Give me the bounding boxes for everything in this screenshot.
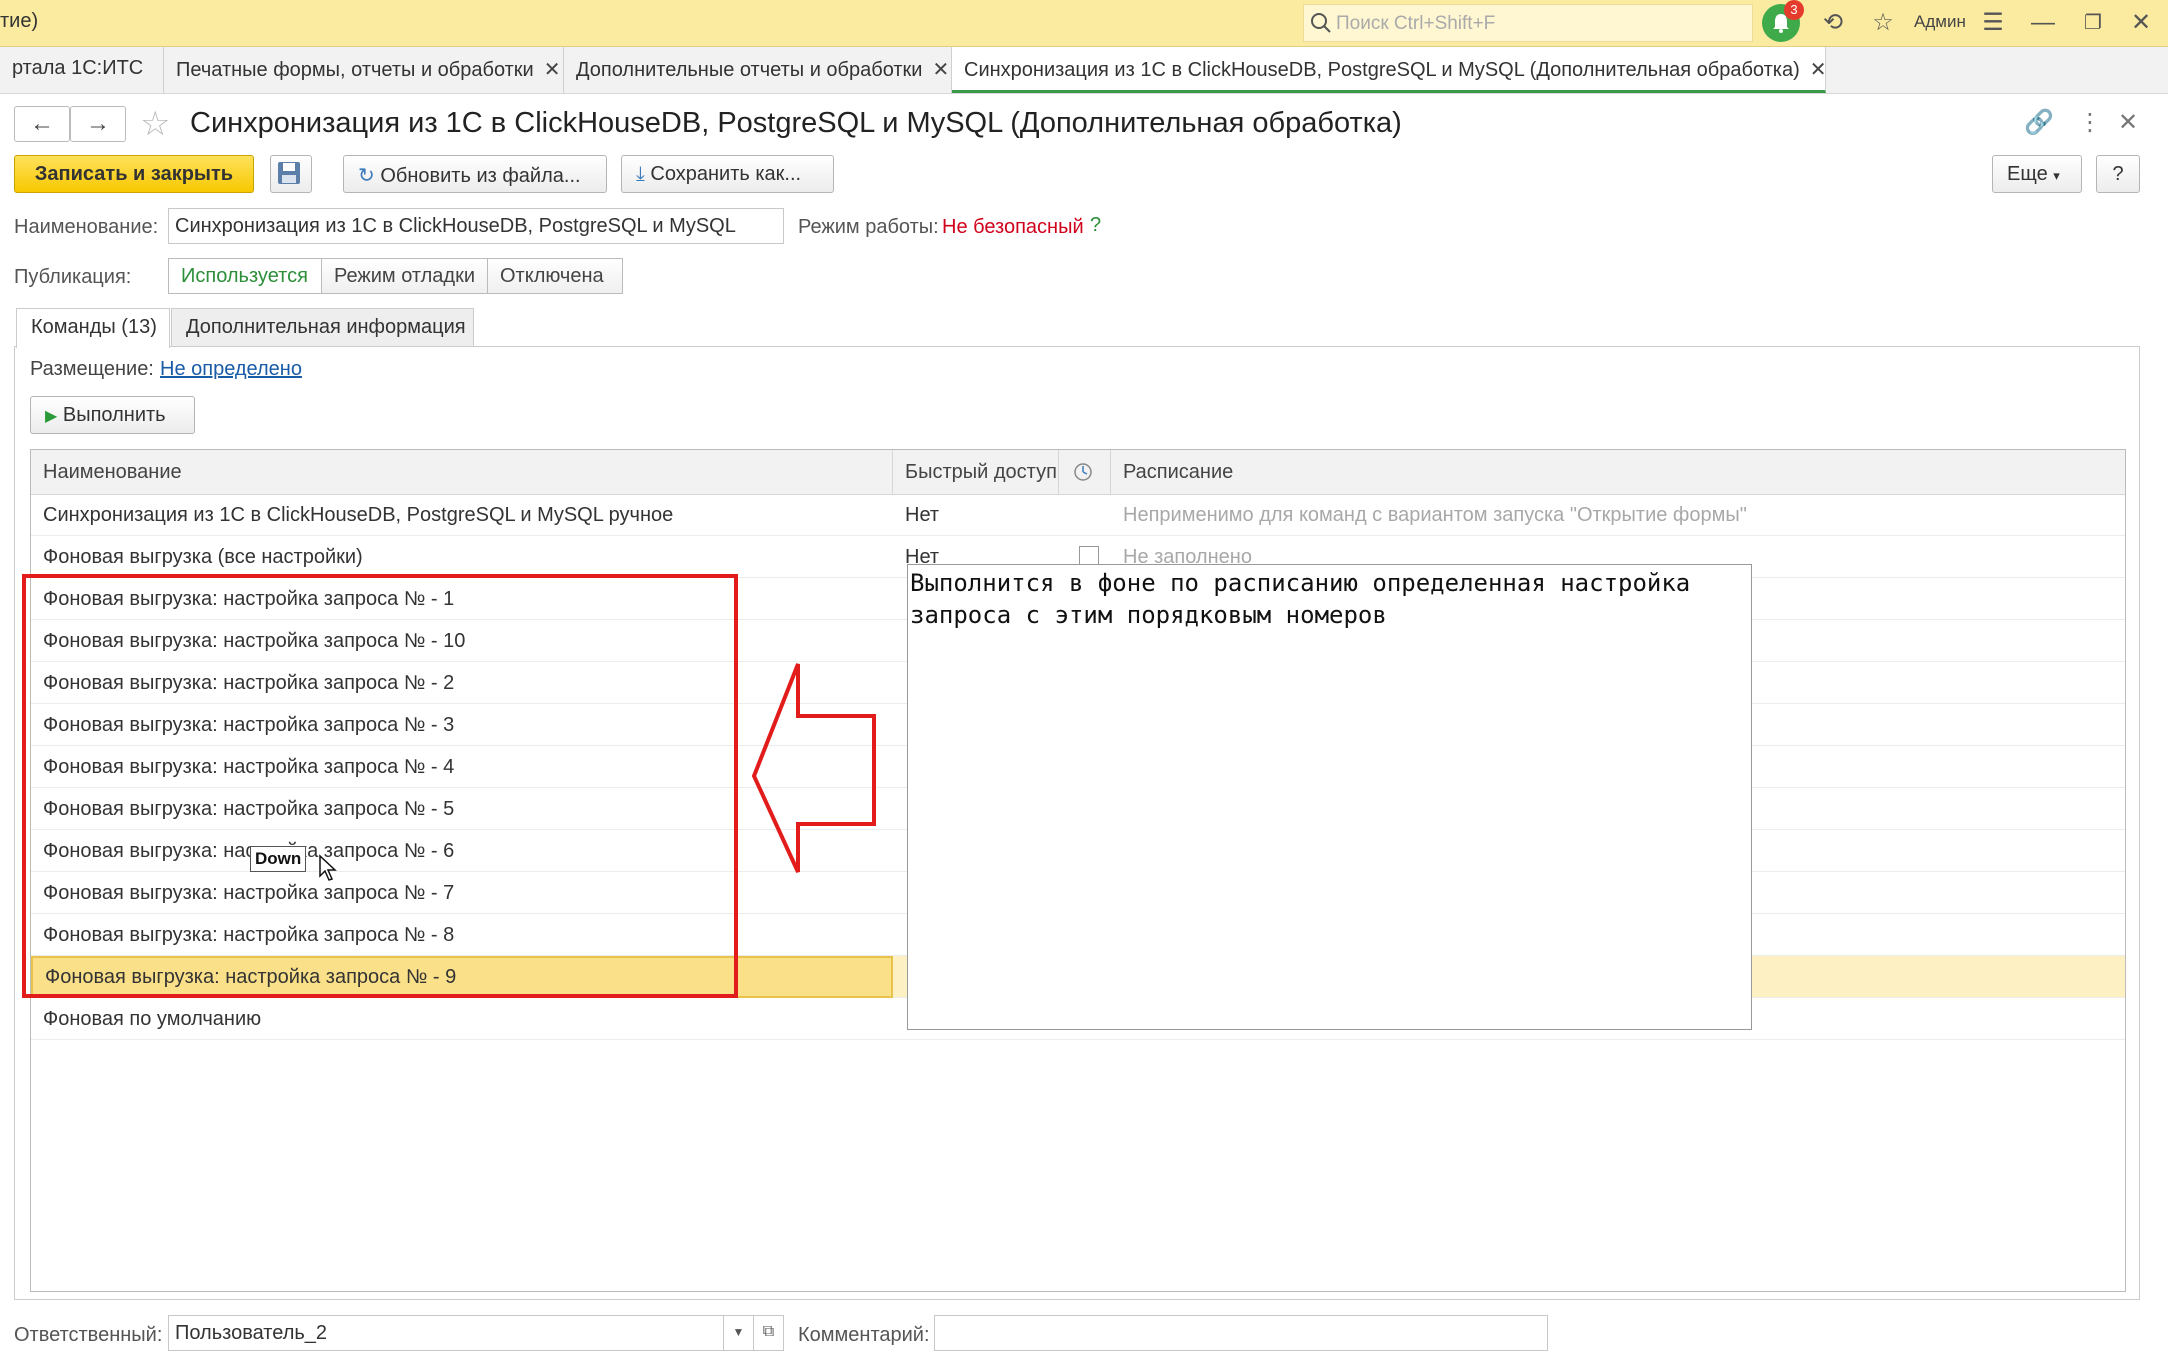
highlight-box — [22, 574, 738, 998]
down-tooltip: Down — [250, 846, 307, 872]
tab-additional-reports[interactable]: Дополнительные отчеты и обработки ✕ — [564, 47, 952, 93]
app-title: тие) — [0, 10, 39, 32]
more-button[interactable]: Еще ▾ — [1992, 155, 2082, 193]
tab-additional-info[interactable]: Дополнительная информация — [171, 308, 474, 346]
tab-its-portal[interactable]: ртала 1С:ИТС — [0, 47, 164, 93]
close-tab-icon[interactable]: ✕ — [1810, 59, 1827, 81]
name-field[interactable]: Синхронизация из 1С в ClickHouseDB, Post… — [168, 208, 784, 244]
column-header-clock[interactable] — [1059, 450, 1111, 494]
bookmark-star-icon[interactable]: ☆ — [140, 104, 170, 144]
history-icon[interactable]: ⟲ — [1818, 8, 1848, 38]
top-bar: тие) Поиск Ctrl+Shift+F 3 ⟲ ☆ Админ ☰ — … — [0, 0, 2168, 47]
download-icon: ⤓ — [636, 163, 645, 185]
tab-sync-processing[interactable]: Синхронизация из 1С в ClickHouseDB, Post… — [952, 47, 1827, 93]
responsible-field[interactable]: Пользователь_2 — [168, 1315, 724, 1351]
tab-commands[interactable]: Команды (13) — [16, 308, 170, 348]
save-button[interactable] — [270, 155, 312, 193]
table-row[interactable]: Синхронизация из 1С в ClickHouseDB, Post… — [31, 494, 2125, 536]
clock-icon — [1074, 463, 1092, 481]
search-icon — [1311, 13, 1331, 33]
favorites-star-icon[interactable]: ☆ — [1868, 8, 1898, 38]
close-tab-icon[interactable]: ✕ — [544, 59, 561, 81]
responsible-dropdown-icon[interactable]: ▼ — [724, 1315, 754, 1351]
search-placeholder: Поиск Ctrl+Shift+F — [1336, 13, 1496, 34]
run-label: Выполнить — [62, 404, 166, 426]
publication-used[interactable]: Используется — [168, 258, 322, 294]
publication-disabled[interactable]: Отключена — [487, 258, 623, 294]
publication-label: Публикация: — [14, 266, 132, 288]
tab-print-forms[interactable]: Печатные формы, отчеты и обработки ✕ — [164, 47, 564, 93]
forward-button[interactable]: → — [70, 106, 126, 142]
mode-label: Режим работы: — [798, 216, 939, 238]
close-window-icon[interactable]: ✕ — [2126, 8, 2156, 38]
close-tab-icon[interactable]: ✕ — [932, 59, 949, 81]
floppy-disk-icon — [278, 162, 300, 184]
column-header-quick-access[interactable]: Быстрый доступ — [893, 450, 1059, 494]
comment-field[interactable] — [934, 1315, 1548, 1351]
link-icon[interactable]: 🔗 — [2024, 108, 2054, 137]
column-header-name[interactable]: Наименование — [31, 450, 893, 494]
search-input[interactable]: Поиск Ctrl+Shift+F — [1303, 4, 1753, 42]
publication-debug[interactable]: Режим отладки — [321, 258, 488, 294]
dropdown-arrow-icon: ▾ — [2053, 168, 2060, 183]
mode-help-link[interactable]: ? — [1090, 214, 1101, 237]
tab-label: Дополнительные отчеты и обработки — [576, 59, 923, 81]
restore-icon[interactable]: ❐ — [2078, 8, 2108, 38]
update-file-icon: ↻ — [358, 165, 375, 187]
more-vertical-icon[interactable]: ⋮ — [2078, 108, 2102, 137]
tab-label: Синхронизация из 1С в ClickHouseDB, Post… — [964, 59, 1800, 81]
user-name[interactable]: Админ — [1914, 12, 1966, 32]
notification-badge: 3 — [1784, 0, 1804, 20]
save-and-close-button[interactable]: Записать и закрыть — [14, 155, 254, 193]
update-from-file-button[interactable]: ↻ Обновить из файла... — [343, 155, 607, 193]
cell-name: Синхронизация из 1С в ClickHouseDB, Post… — [43, 504, 674, 526]
save-as-label: Сохранить как... — [650, 163, 802, 185]
run-button[interactable]: ▶ Выполнить — [30, 396, 195, 434]
responsible-label: Ответственный: — [14, 1324, 163, 1346]
responsible-value: Пользователь_2 — [175, 1322, 328, 1344]
column-header-schedule[interactable]: Расписание — [1111, 450, 2125, 494]
more-label: Еще — [2007, 163, 2048, 185]
name-label: Наименование: — [14, 216, 159, 238]
comment-label: Комментарий: — [798, 1324, 930, 1346]
mode-value: Не безопасный — [942, 216, 1084, 238]
back-button[interactable]: ← — [14, 106, 70, 142]
table-header: Наименование Быстрый доступ Расписание — [31, 450, 2125, 495]
placement-link[interactable]: Не определено — [160, 358, 302, 381]
tab-label: Печатные формы, отчеты и обработки — [176, 59, 534, 81]
close-form-icon[interactable]: ✕ — [2118, 108, 2138, 137]
cell-schedule: Неприменимо для команд с вариантом запус… — [1123, 504, 1747, 526]
notifications-button[interactable]: 3 — [1762, 0, 1804, 42]
save-as-button[interactable]: ⤓ Сохранить как... — [621, 155, 834, 193]
mouse-cursor-icon — [319, 854, 337, 881]
annotation-note: Выполнится в фоне по расписанию определе… — [907, 564, 1752, 1030]
open-link-icon[interactable]: ⧉ — [754, 1315, 784, 1351]
page-title: Синхронизация из 1С в ClickHouseDB, Post… — [190, 107, 1402, 139]
help-button[interactable]: ? — [2096, 155, 2140, 193]
tab-label: ртала 1С:ИТС — [12, 57, 144, 79]
red-arrow-left-icon — [751, 663, 876, 873]
menu-icon[interactable]: ☰ — [1978, 8, 2008, 38]
play-icon: ▶ — [45, 408, 58, 425]
placement-label: Размещение: — [30, 358, 154, 380]
tab-bar: ртала 1С:ИТС Печатные формы, отчеты и об… — [0, 47, 2168, 94]
cell-quick-access: Нет — [905, 504, 940, 526]
update-from-file-label: Обновить из файла... — [380, 165, 581, 187]
minimize-icon[interactable]: — — [2028, 8, 2058, 38]
cell-name: Фоновая по умолчанию — [43, 1008, 262, 1030]
cell-name: Фоновая выгрузка (все настройки) — [43, 546, 363, 568]
schedule-checkbox[interactable] — [1079, 546, 1099, 566]
